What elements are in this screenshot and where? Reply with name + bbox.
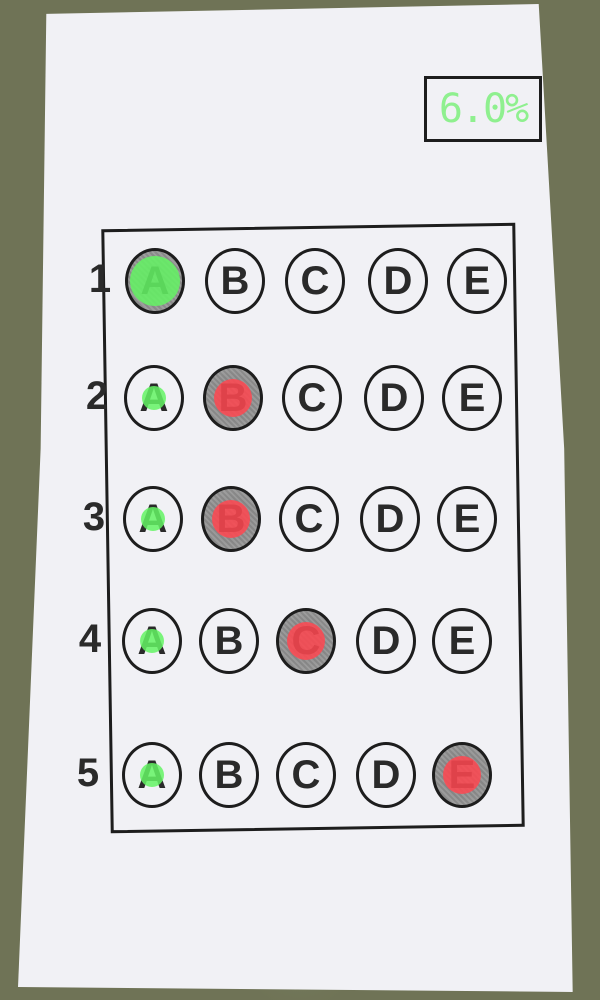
- bubble-q2-a[interactable]: A: [124, 365, 184, 431]
- question-number: 2: [85, 374, 109, 418]
- bubble-q5-c[interactable]: C: [276, 742, 336, 808]
- bubble-letter: E: [463, 259, 491, 303]
- bubble-q2-e[interactable]: E: [442, 365, 502, 431]
- bubble-letter: A: [140, 259, 170, 303]
- bubble-letter: E: [453, 497, 481, 541]
- bubble-letter: D: [371, 619, 401, 663]
- bubble-letter: B: [216, 497, 246, 541]
- bubble-q3-a[interactable]: A: [123, 486, 183, 552]
- bubble-q5-e[interactable]: E: [432, 742, 492, 808]
- score-percentage: 6.0%: [438, 86, 529, 132]
- bubble-q4-a[interactable]: A: [122, 608, 182, 674]
- bubble-q4-c[interactable]: C: [276, 608, 336, 674]
- bubble-q2-d[interactable]: D: [364, 365, 424, 431]
- bubble-letter: E: [448, 753, 476, 797]
- bubble-letter: C: [300, 259, 330, 303]
- bubble-q1-a[interactable]: A: [125, 248, 185, 314]
- bubble-letter: C: [291, 619, 321, 663]
- bubble-letter: D: [383, 259, 413, 303]
- bubble-q5-b[interactable]: B: [199, 742, 259, 808]
- bubble-q1-c[interactable]: C: [285, 248, 345, 314]
- bubble-q4-d[interactable]: D: [356, 608, 416, 674]
- bubble-q1-e[interactable]: E: [447, 248, 507, 314]
- bubble-q5-d[interactable]: D: [356, 742, 416, 808]
- bubble-letter: A: [139, 376, 169, 420]
- bubble-q2-b[interactable]: B: [203, 365, 263, 431]
- bubble-letter: E: [448, 619, 476, 663]
- bubble-letter: B: [220, 259, 250, 303]
- bubble-letter: D: [371, 753, 401, 797]
- bubble-q1-b[interactable]: B: [205, 248, 265, 314]
- bubble-letter: A: [137, 619, 167, 663]
- bubble-q4-e[interactable]: E: [432, 608, 492, 674]
- bubble-q2-c[interactable]: C: [282, 365, 342, 431]
- bubble-q3-b[interactable]: B: [201, 486, 261, 552]
- bubble-q1-d[interactable]: D: [368, 248, 428, 314]
- question-number: 4: [78, 617, 102, 661]
- bubble-q3-d[interactable]: D: [360, 486, 420, 552]
- bubble-q3-e[interactable]: E: [437, 486, 497, 552]
- bubble-q3-c[interactable]: C: [279, 486, 339, 552]
- bubble-q5-a[interactable]: A: [122, 742, 182, 808]
- bubble-letter: B: [218, 376, 248, 420]
- bubble-q4-b[interactable]: B: [199, 608, 259, 674]
- score-box: 6.0%: [424, 76, 542, 142]
- bubble-letter: A: [138, 497, 168, 541]
- bubble-letter: D: [379, 376, 409, 420]
- bubble-letter: C: [291, 753, 321, 797]
- bubble-letter: E: [458, 376, 486, 420]
- bubble-letter: A: [137, 753, 167, 797]
- bubble-letter: B: [214, 619, 244, 663]
- bubble-letter: C: [297, 376, 327, 420]
- question-number: 1: [88, 257, 112, 301]
- bubble-letter: B: [214, 753, 244, 797]
- bubble-letter: D: [375, 497, 405, 541]
- question-number: 5: [76, 751, 100, 795]
- bubble-letter: C: [294, 497, 324, 541]
- question-number: 3: [82, 495, 106, 539]
